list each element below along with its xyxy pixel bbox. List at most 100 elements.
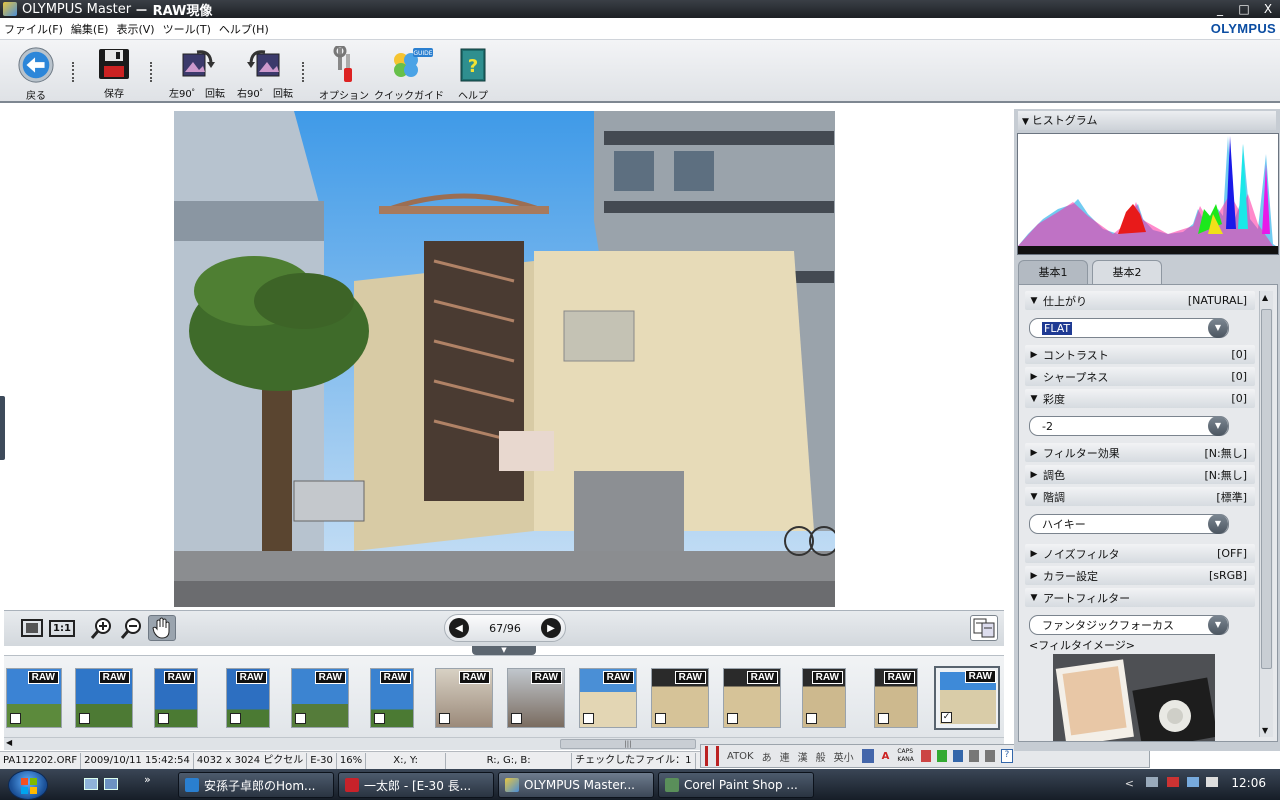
thumbnail-checkbox[interactable]: [439, 713, 450, 724]
thumbnail-checkbox[interactable]: [806, 713, 817, 724]
setting-contrast[interactable]: ▶ コントラスト [0]: [1025, 345, 1255, 364]
thumbnail-checkbox-checked[interactable]: ✓: [941, 712, 952, 723]
previous-image-button[interactable]: ◀: [449, 618, 469, 638]
left-panel-handle[interactable]: [0, 396, 5, 460]
zoom-in-button[interactable]: [88, 615, 116, 641]
scrollbar-thumb[interactable]: |||: [560, 739, 696, 749]
setting-saturation[interactable]: ▼ 彩度 [0]: [1025, 389, 1255, 408]
setting-sharpness[interactable]: ▶ シャープネス [0]: [1025, 367, 1255, 386]
settings-scrollbar[interactable]: ▲ ▼: [1259, 291, 1273, 737]
ime-mode-general[interactable]: 般: [812, 749, 830, 764]
preview-photo[interactable]: [174, 111, 835, 607]
menu-file[interactable]: ファイル(F): [0, 21, 67, 37]
quick-launch-icon[interactable]: [104, 778, 118, 790]
ime-mode-hiragana[interactable]: あ: [758, 749, 776, 764]
histogram-header[interactable]: ▼ ヒストグラム: [1018, 111, 1276, 130]
restore-button[interactable]: □: [1232, 0, 1256, 18]
thumbnail-checkbox[interactable]: [374, 713, 385, 724]
setting-gradation[interactable]: ▼ 階調 [標準]: [1025, 487, 1255, 506]
quick-launch-more-icon[interactable]: »: [144, 773, 151, 786]
thumbnail[interactable]: RAW: [154, 668, 198, 728]
ime-font-icon[interactable]: A: [882, 751, 890, 762]
thumbnail[interactable]: RAW: [75, 668, 133, 728]
art-filter-select[interactable]: ファンタジックフォーカス ▼: [1029, 615, 1229, 635]
scroll-down-arrow-icon[interactable]: ▼: [1262, 726, 1268, 735]
thumbnail[interactable]: RAW: [226, 668, 270, 728]
quick-guide-button[interactable]: GUIDE クイックガイド: [374, 46, 444, 102]
setting-noise-filter[interactable]: ▶ ノイズフィルタ [OFF]: [1025, 544, 1255, 563]
scrollbar-thumb[interactable]: [1261, 309, 1272, 669]
actual-size-button[interactable]: 1:1: [48, 615, 76, 641]
ime-tool-icon[interactable]: [920, 750, 931, 762]
ime-tool-icon[interactable]: [968, 750, 979, 762]
tray-icon[interactable]: [1167, 777, 1179, 787]
back-button[interactable]: 戻る: [12, 46, 60, 102]
taskbar-clock[interactable]: 12:06: [1231, 776, 1266, 790]
thumbnail[interactable]: RAW: [651, 668, 709, 728]
thumbnail[interactable]: RAW: [874, 668, 918, 728]
show-desktop-icon[interactable]: [84, 778, 98, 790]
dropdown-arrow-icon[interactable]: ▼: [1208, 514, 1228, 534]
setting-art-filter[interactable]: ▼ アートフィルター: [1025, 588, 1255, 607]
menu-view[interactable]: 表示(V): [112, 21, 158, 37]
thumbnail[interactable]: RAW: [291, 668, 349, 728]
thumbnail-checkbox[interactable]: [158, 713, 169, 724]
tray-expand-icon[interactable]: <: [1125, 777, 1134, 790]
thumbnail-checkbox[interactable]: [583, 713, 594, 724]
close-button[interactable]: X: [1256, 0, 1280, 18]
ime-tool-icon[interactable]: [952, 750, 963, 762]
hand-tool-button[interactable]: [148, 615, 176, 641]
setting-toning[interactable]: ▶ 調色 [N:無し]: [1025, 465, 1255, 484]
thumbnail[interactable]: RAW: [507, 668, 565, 728]
ime-mode-renkan[interactable]: 連: [776, 749, 794, 764]
scroll-left-arrow-icon[interactable]: ◀: [6, 738, 12, 747]
next-image-button[interactable]: ▶: [540, 618, 561, 638]
scroll-up-arrow-icon[interactable]: ▲: [1262, 293, 1268, 302]
thumbnail-checkbox[interactable]: [727, 713, 738, 724]
taskbar-button-olympus-master[interactable]: OLYMPUS Master...: [498, 772, 654, 798]
thumbnail[interactable]: RAW: [723, 668, 781, 728]
dropdown-arrow-icon[interactable]: ▼: [1208, 318, 1228, 338]
compare-view-button[interactable]: [970, 615, 998, 641]
dropdown-arrow-icon[interactable]: ▼: [1208, 615, 1228, 635]
taskbar-button-corel[interactable]: Corel Paint Shop ...: [658, 772, 814, 798]
menu-tools[interactable]: ツール(T): [159, 21, 215, 37]
taskbar-button-ichitaro[interactable]: 一太郎 - [E-30 長...: [338, 772, 494, 798]
thumbnail-checkbox[interactable]: [230, 713, 241, 724]
setting-finish[interactable]: ▼ 仕上がり [NATURAL]: [1025, 291, 1255, 310]
thumbnail-checkbox[interactable]: [511, 713, 522, 724]
fit-to-window-button[interactable]: [18, 615, 46, 641]
ime-mode-kanji[interactable]: 漢: [794, 749, 812, 764]
rotate-left-button[interactable]: 左90゜ 回転: [164, 46, 230, 102]
taskbar-button-ie[interactable]: 安孫子卓郎のHom...: [178, 772, 334, 798]
menu-help[interactable]: ヘルプ(H): [215, 21, 273, 37]
thumbnail-checkbox[interactable]: [79, 713, 90, 724]
menu-edit[interactable]: 編集(E): [67, 21, 113, 37]
options-button[interactable]: オプション: [319, 46, 369, 102]
ime-atok[interactable]: ATOK: [723, 751, 758, 762]
thumbnail[interactable]: RAW: [802, 668, 846, 728]
thumbnail-checkbox[interactable]: [655, 713, 666, 724]
finish-select[interactable]: FLAT ▼: [1029, 318, 1229, 338]
thumbnail[interactable]: RAW: [435, 668, 493, 728]
thumbnail[interactable]: RAW: [579, 668, 637, 728]
thumbnail[interactable]: RAW: [6, 668, 62, 728]
thumbnail-checkbox[interactable]: [295, 713, 306, 724]
thumbnail-selected[interactable]: RAW ✓: [934, 666, 1000, 730]
start-button[interactable]: [8, 770, 48, 800]
save-button[interactable]: 保存: [92, 46, 136, 102]
thumbnail[interactable]: RAW: [370, 668, 414, 728]
ime-tool-icon[interactable]: [984, 750, 995, 762]
network-icon[interactable]: [1186, 777, 1199, 787]
tab-basic-1[interactable]: 基本1: [1018, 260, 1088, 284]
ime-grip-icon[interactable]: [705, 746, 719, 766]
tab-basic-2[interactable]: 基本2: [1092, 260, 1162, 284]
dropdown-arrow-icon[interactable]: ▼: [1208, 416, 1228, 436]
setting-filter-effect[interactable]: ▶ フィルター効果 [N:無し]: [1025, 443, 1255, 462]
ime-mode-alpha[interactable]: 英小: [830, 749, 858, 764]
zoom-out-button[interactable]: [118, 615, 146, 641]
thumbnail-checkbox[interactable]: [878, 713, 889, 724]
gradation-select[interactable]: ハイキー ▼: [1029, 514, 1229, 534]
ime-tool-icon[interactable]: [936, 750, 947, 762]
thumbnail-checkbox[interactable]: [10, 713, 21, 724]
